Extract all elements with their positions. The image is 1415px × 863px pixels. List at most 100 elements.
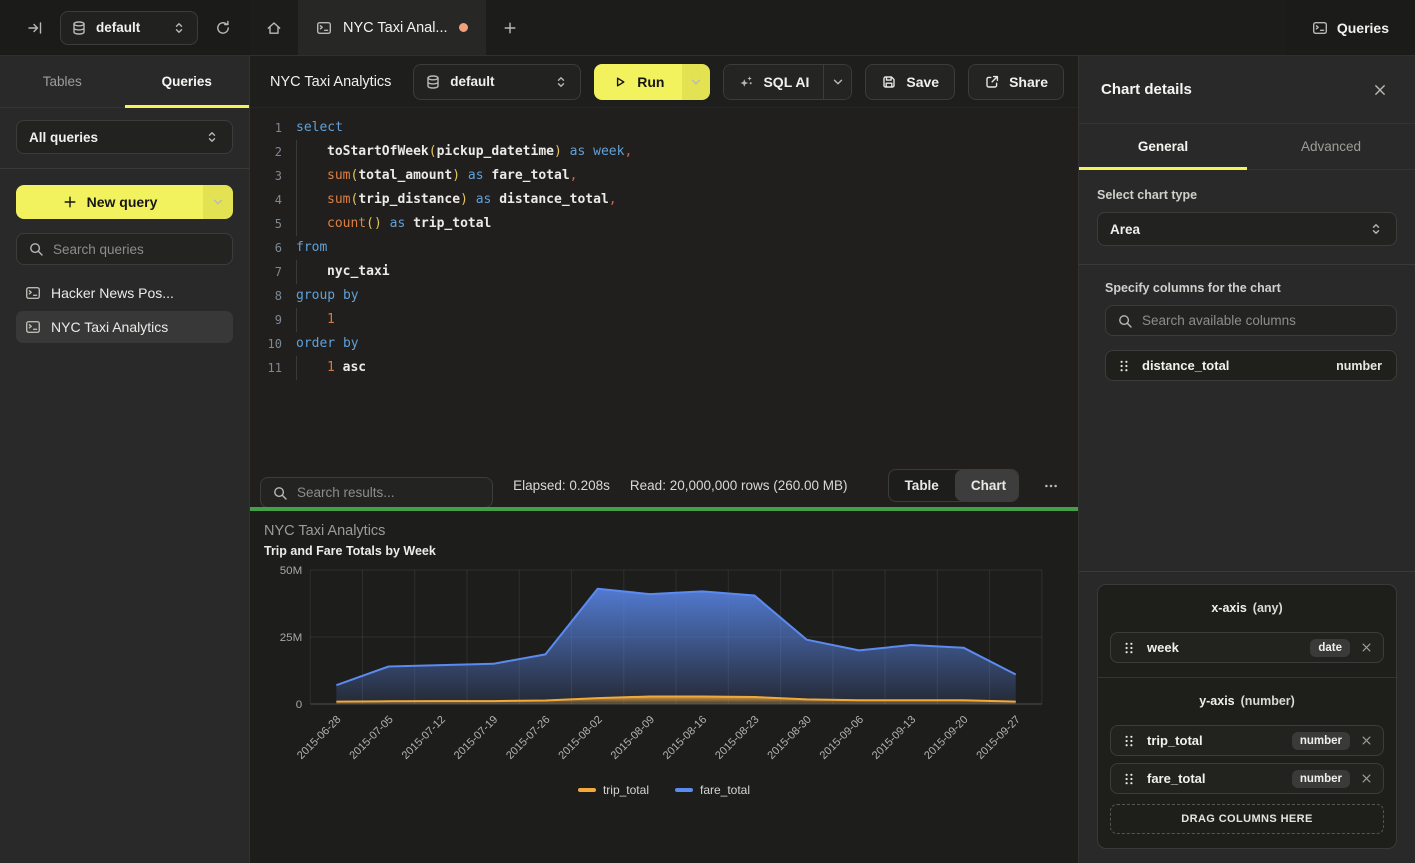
- new-query-dropdown-button[interactable]: [203, 185, 233, 219]
- query-list: Hacker News Pos...NYC Taxi Analytics: [16, 277, 233, 343]
- drag-handle-icon[interactable]: [1121, 640, 1137, 656]
- chevron-down-icon: [830, 74, 846, 90]
- chart-type-select[interactable]: Area: [1097, 212, 1397, 246]
- svg-text:2015-07-12: 2015-07-12: [400, 713, 448, 761]
- console-icon: [25, 319, 41, 335]
- chevron-down-icon: [210, 194, 226, 210]
- legend-swatch: [675, 788, 693, 792]
- column-chip-week[interactable]: weekdate: [1110, 632, 1384, 663]
- sql-editor[interactable]: 1select2toStartOfWeek(pickup_datetime) a…: [250, 108, 1078, 465]
- close-panel-button[interactable]: [1367, 77, 1393, 103]
- drag-handle-icon[interactable]: [1116, 358, 1132, 374]
- chart-type-label: Select chart type: [1097, 188, 1397, 202]
- search-results-input[interactable]: [297, 485, 481, 500]
- close-icon: [1372, 82, 1388, 98]
- console-icon: [25, 285, 41, 301]
- search-icon: [28, 241, 44, 257]
- view-toggle-table[interactable]: Table: [889, 470, 955, 501]
- legend-swatch: [578, 788, 596, 792]
- query-tab[interactable]: NYC Taxi Anal...: [298, 0, 486, 55]
- sql-ai-options-button[interactable]: [823, 65, 851, 99]
- drag-handle-icon[interactable]: [1121, 733, 1137, 749]
- line-number: 2: [250, 140, 282, 164]
- search-queries-input[interactable]: [53, 242, 230, 257]
- x-axis-label: x-axis: [1211, 601, 1246, 615]
- run-button-label: Run: [637, 74, 664, 90]
- new-tab-button[interactable]: [486, 0, 534, 55]
- code-line: 111 asc: [250, 356, 1078, 380]
- queries-shortcut-label: Queries: [1337, 20, 1389, 36]
- svg-text:2015-08-02: 2015-08-02: [556, 713, 604, 761]
- svg-text:0: 0: [296, 699, 302, 711]
- line-number: 8: [250, 284, 282, 308]
- svg-text:2015-07-19: 2015-07-19: [452, 713, 500, 761]
- left-sidebar: TablesQueries All queries New query: [0, 56, 250, 863]
- console-icon: [316, 20, 332, 36]
- code-line: 6from: [250, 236, 1078, 260]
- updown-chevron-icon: [204, 129, 220, 145]
- collapse-sidebar-button[interactable]: [22, 15, 48, 41]
- legend-item-trip_total[interactable]: trip_total: [578, 783, 649, 797]
- share-button[interactable]: Share: [968, 64, 1064, 100]
- query-list-item[interactable]: Hacker News Pos...: [16, 277, 233, 309]
- line-number: 5: [250, 212, 282, 236]
- code-line: 10order by: [250, 332, 1078, 356]
- toolbar-database-selector[interactable]: default: [413, 64, 581, 100]
- sidebar-tab-queries[interactable]: Queries: [125, 56, 250, 107]
- sql-ai-button[interactable]: SQL AI: [724, 65, 823, 99]
- svg-text:2015-08-09: 2015-08-09: [609, 713, 657, 761]
- y-axis-hint: (number): [1241, 694, 1295, 708]
- topbar-left: default: [0, 0, 250, 55]
- chart-type-value: Area: [1110, 222, 1360, 237]
- search-icon: [1117, 313, 1133, 329]
- sidebar-divider: [0, 168, 249, 169]
- panel-tab-general[interactable]: General: [1079, 124, 1247, 169]
- line-number: 6: [250, 236, 282, 260]
- app-window: default NYC Taxi Anal... Queries TablesQ…: [0, 0, 1415, 863]
- query-filter-select[interactable]: All queries: [16, 120, 233, 154]
- run-options-button[interactable]: [682, 64, 710, 100]
- drag-columns-dropzone[interactable]: DRAG COLUMNS HERE: [1110, 804, 1384, 834]
- topbar-database-selector[interactable]: default: [60, 11, 198, 45]
- remove-column-icon[interactable]: [1360, 641, 1373, 654]
- query-list-item[interactable]: NYC Taxi Analytics: [16, 311, 233, 343]
- available-columns: distance_totalnumber: [1097, 350, 1397, 381]
- drag-handle-icon[interactable]: [1121, 771, 1137, 787]
- database-selector-value: default: [96, 20, 162, 35]
- collapse-sidebar-icon: [27, 20, 43, 36]
- legend-label: fare_total: [700, 783, 750, 797]
- database-icon: [71, 20, 87, 36]
- view-toggle-chart[interactable]: Chart: [955, 470, 1019, 501]
- sidebar-tab-tables[interactable]: Tables: [0, 56, 125, 107]
- new-query-button[interactable]: New query: [16, 185, 233, 219]
- chart-title: NYC Taxi Analytics: [262, 523, 1066, 539]
- column-chip-fare_total[interactable]: fare_totalnumber: [1110, 763, 1384, 794]
- home-icon: [266, 20, 282, 36]
- remove-column-icon[interactable]: [1360, 734, 1373, 747]
- save-button[interactable]: Save: [865, 64, 955, 100]
- column-chip-trip_total[interactable]: trip_totalnumber: [1110, 725, 1384, 756]
- svg-text:2015-09-13: 2015-09-13: [870, 713, 918, 761]
- sidebar-body: All queries New query Hacker News Pos...…: [0, 108, 249, 355]
- chevron-down-icon: [688, 74, 704, 90]
- more-options-button[interactable]: [1039, 473, 1064, 499]
- column-chip-distance_total[interactable]: distance_totalnumber: [1105, 350, 1397, 381]
- line-number: 11: [250, 356, 282, 380]
- column-name: week: [1147, 640, 1300, 655]
- run-button[interactable]: Run: [594, 64, 682, 100]
- area-chart: 025M50M2015-06-282015-07-052015-07-12201…: [262, 562, 1066, 781]
- legend-item-fare_total[interactable]: fare_total: [675, 783, 750, 797]
- sidebar-tabs: TablesQueries: [0, 56, 249, 108]
- code-line: 2toStartOfWeek(pickup_datetime) as week,: [250, 140, 1078, 164]
- search-columns-input[interactable]: [1142, 313, 1385, 328]
- svg-text:2015-07-26: 2015-07-26: [504, 713, 552, 761]
- chart-legend: trip_total fare_total: [262, 783, 1066, 797]
- queries-shortcut[interactable]: Queries: [1286, 0, 1415, 55]
- more-icon: [1043, 478, 1059, 494]
- area-chart-svg: 025M50M2015-06-282015-07-052015-07-12201…: [262, 562, 1066, 778]
- home-tab-button[interactable]: [250, 0, 298, 55]
- remove-column-icon[interactable]: [1360, 772, 1373, 785]
- svg-text:2015-09-20: 2015-09-20: [922, 713, 970, 761]
- panel-tab-advanced[interactable]: Advanced: [1247, 124, 1415, 169]
- refresh-button[interactable]: [210, 15, 236, 41]
